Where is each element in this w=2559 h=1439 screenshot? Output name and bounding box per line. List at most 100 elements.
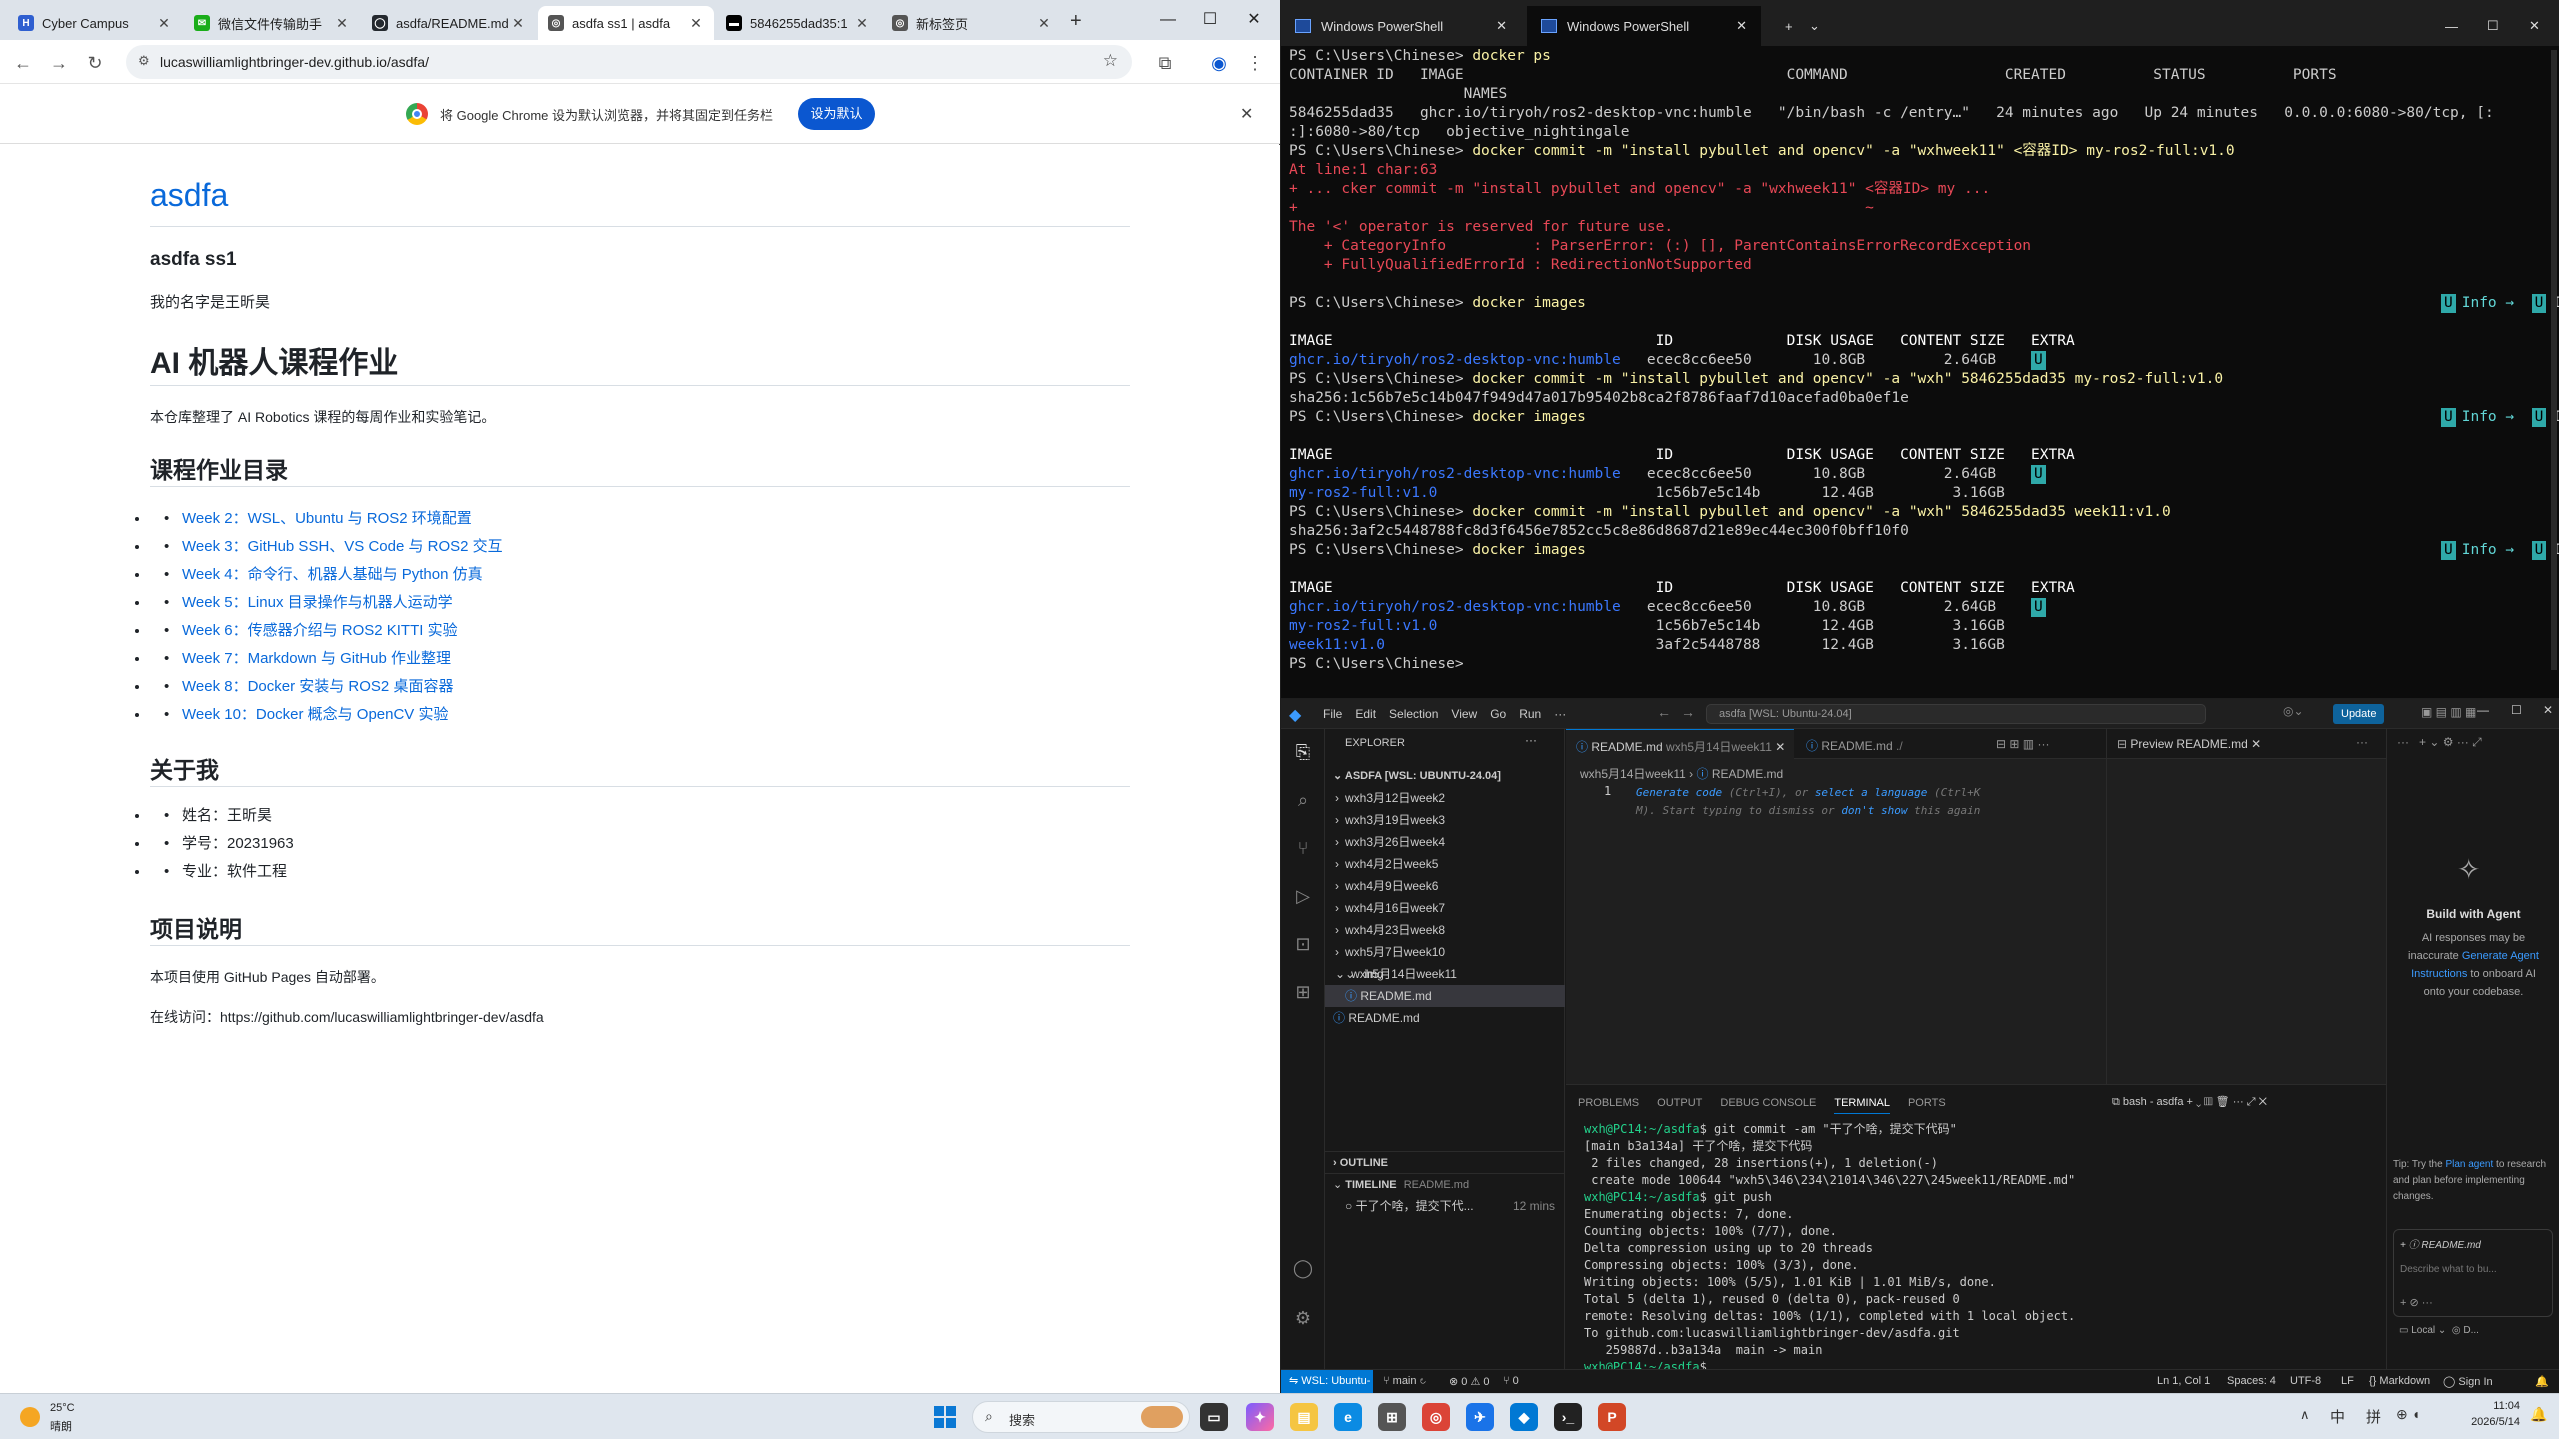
clock-date[interactable]: 2026/5/14 (2446, 1416, 2520, 1428)
toc-link[interactable]: Week 10：Docker 概念与 OpenCV 实验 (182, 706, 448, 723)
folder-item[interactable]: › wxh4月16日week7 (1325, 897, 1565, 919)
panel-tab[interactable]: DEBUG CONSOLE (1720, 1097, 1816, 1114)
workspace-root[interactable]: ⌄ ASDFA [WSL: UBUNTU-24.04] (1325, 765, 1565, 787)
folder-item[interactable]: › wxh4月23日week8 (1325, 919, 1565, 941)
close-tab-icon[interactable]: ✕ (334, 15, 350, 32)
ime-pinyin[interactable]: 拼 (2366, 1406, 2381, 1427)
sign-in[interactable]: ◯ Sign In (2443, 1375, 2493, 1388)
encoding[interactable]: UTF-8 (2290, 1375, 2321, 1387)
file-explorer-icon[interactable]: ▤ (1290, 1403, 1318, 1431)
terminal-maximize-button[interactable]: ☐ (2473, 6, 2513, 46)
folder-item[interactable]: › wxh5月7日week10 (1325, 941, 1565, 963)
task-view-icon[interactable]: ▭ (1200, 1403, 1228, 1431)
feishu-icon[interactable]: ✈ (1466, 1403, 1494, 1431)
menu-item[interactable]: Selection (1389, 707, 1438, 721)
copilot-icon[interactable]: ◎⌄ (2283, 704, 2304, 718)
browser-tab[interactable]: ◯ asdfa/README.md ✕ (362, 6, 536, 40)
close-window-button[interactable]: ✕ (1234, 6, 1274, 34)
terminal-taskbar-icon[interactable]: ›_ (1554, 1403, 1582, 1431)
toc-link[interactable]: Week 6：传感器介绍与 ROS2 KITTI 实验 (182, 622, 458, 639)
chat-toolbar[interactable]: ··· + ⌄ ⚙ ··· ⤢ (2397, 735, 2482, 750)
browser-tab[interactable]: ◎ asdfa ss1 | asdfa ✕ (538, 6, 714, 40)
preview-tab[interactable]: ⊟ Preview README.md ✕ (2106, 729, 2306, 759)
panel-shell[interactable]: ⧉ bash - asdfa + ⌄ ▥ 🗑 ··· ⤢ ✕ (2112, 1095, 2267, 1109)
site-info-icon[interactable]: ⚙ (138, 53, 150, 69)
chat-input-actions[interactable]: + ⊘ ··· (2400, 1296, 2433, 1309)
branch-indicator[interactable]: ⑂ main ↻ (1383, 1375, 1426, 1387)
clock-time[interactable]: 11:04 (2456, 1400, 2520, 1412)
menu-kebab-icon[interactable]: ⋮ (1242, 50, 1268, 76)
folder-item[interactable]: › wxh4月2日week5 (1325, 853, 1565, 875)
timeline-section[interactable]: ⌄ TIMELINE README.md (1325, 1173, 1565, 1195)
menu-item[interactable]: View (1451, 707, 1477, 721)
cursor-position[interactable]: Ln 1, Col 1 (2157, 1375, 2210, 1387)
close-infobar-icon[interactable]: ✕ (1240, 104, 1253, 124)
folder-item[interactable]: › wxh4月9日week6 (1325, 875, 1565, 897)
powerpoint-icon[interactable]: P (1598, 1403, 1626, 1431)
editor-tab-active[interactable]: ⓘ README.md wxh5月14日week11 ✕ (1566, 729, 1794, 759)
command-center[interactable]: asdfa [WSL: Ubuntu-24.04] (1706, 704, 2206, 724)
remote-explorer-icon[interactable]: ⊡ (1292, 933, 1314, 955)
split-divider[interactable] (2106, 759, 2107, 1084)
search-icon[interactable]: ⌕ (1292, 789, 1314, 811)
weather-text[interactable]: 晴朗 (50, 1418, 72, 1434)
problems-indicator[interactable]: ⊗ 0 ⚠ 0 (1449, 1375, 1489, 1388)
run-debug-icon[interactable]: ▷ (1292, 885, 1314, 907)
explorer-more-icon[interactable]: ··· (1525, 733, 1537, 747)
menu-item[interactable]: Run (1519, 707, 1541, 721)
chat-input[interactable]: + ⓘ README.md Describe what to bu... + ⊘… (2393, 1229, 2553, 1317)
forward-icon[interactable]: → (46, 50, 72, 76)
vscode-close-button[interactable]: ✕ (2543, 703, 2553, 717)
tab-dropdown-icon[interactable]: ⌄ (1795, 6, 1834, 46)
source-control-icon[interactable]: ⑂ (1292, 837, 1314, 859)
bookmark-star-icon[interactable]: ☆ (1103, 51, 1118, 71)
profile-icon[interactable]: ◉ (1206, 50, 1232, 76)
terminal-scrollbar[interactable] (2551, 50, 2557, 670)
tray-status-icons[interactable]: ⊕ ◖ (2396, 1406, 2420, 1423)
img-folder[interactable]: ⌄ img (1325, 963, 1565, 985)
back-icon[interactable]: ← (10, 50, 36, 76)
chat-mode[interactable]: ▭ Local ⌄ ◎ D... (2399, 1325, 2479, 1336)
toc-link[interactable]: Week 3：GitHub SSH、VS Code 与 ROS2 交互 (182, 538, 503, 555)
terminal-output[interactable]: PS C:\Users\Chinese> docker ps CONTAINER … (1281, 47, 2559, 687)
remote-indicator[interactable]: ⇋ WSL: Ubuntu-24.04 (1281, 1370, 1373, 1410)
notifications-bell-icon[interactable]: 🔔 (2535, 1375, 2549, 1388)
ports-indicator[interactable]: ⑂ 0 (1503, 1375, 1519, 1387)
panel-tab[interactable]: PORTS (1908, 1097, 1946, 1114)
terminal-close-button[interactable]: ✕ (2515, 6, 2554, 46)
timeline-entry[interactable]: ○ 干了个啥，提交下代... 12 mins (1325, 1195, 1565, 1217)
ime-mode[interactable]: 中 (2330, 1406, 2345, 1427)
close-tab-icon[interactable]: ✕ (510, 15, 526, 32)
weather-temp[interactable]: 25°C (50, 1402, 75, 1414)
vscode-minimize-button[interactable]: — (2477, 703, 2489, 717)
toc-link[interactable]: Week 8：Docker 安装与 ROS2 桌面容器 (182, 678, 453, 695)
taskbar-search[interactable]: ⌕ 搜索 (972, 1401, 1190, 1433)
edge-icon[interactable]: e (1334, 1403, 1362, 1431)
folder-item[interactable]: › wxh3月26日week4 (1325, 831, 1565, 853)
toc-link[interactable]: Week 5：Linux 目录操作与机器人运动学 (182, 594, 453, 611)
notification-bell-icon[interactable]: 🔔 (2530, 1406, 2547, 1423)
menu-item[interactable]: Go (1490, 707, 1506, 721)
folder-item[interactable]: › wxh3月19日week3 (1325, 809, 1565, 831)
panel-tab[interactable]: TERMINAL (1834, 1097, 1890, 1114)
menu-item[interactable]: File (1323, 707, 1342, 721)
close-tab-icon[interactable]: ✕ (1496, 18, 1507, 34)
chrome-icon[interactable]: ◎ (1422, 1403, 1450, 1431)
panel-tab[interactable]: PROBLEMS (1578, 1097, 1639, 1114)
eol[interactable]: LF (2341, 1375, 2354, 1387)
browser-tab[interactable]: ✉ 微信文件传输助手 ✕ (184, 6, 360, 40)
browser-tab[interactable]: H Cyber Campus ✕ (8, 6, 182, 40)
explorer-icon[interactable]: ⎘ (1292, 741, 1314, 763)
account-icon[interactable]: ◯ (1292, 1257, 1314, 1279)
store-icon[interactable]: ⊞ (1378, 1403, 1406, 1431)
reload-icon[interactable]: ↻ (82, 50, 108, 76)
maximize-button[interactable]: ☐ (1190, 6, 1230, 34)
preview-more-icon[interactable]: ··· (2356, 735, 2368, 749)
update-button[interactable]: Update (2333, 704, 2385, 724)
cast-icon[interactable]: ⧉ (1152, 50, 1178, 76)
layout-icons[interactable]: ▣ ▤ ▥ ▦ (2421, 705, 2476, 719)
toc-link[interactable]: Week 4：命令行、机器人基础与 Python 仿真 (182, 566, 483, 583)
browser-tab[interactable]: ▬ 5846255dad35:1 ✕ (716, 6, 880, 40)
integrated-terminal[interactable]: wxh@PC14:~/asdfa$ git commit -am "干了个啥，提… (1566, 1121, 2386, 1374)
tray-chevron-icon[interactable]: ∧ (2300, 1407, 2310, 1423)
